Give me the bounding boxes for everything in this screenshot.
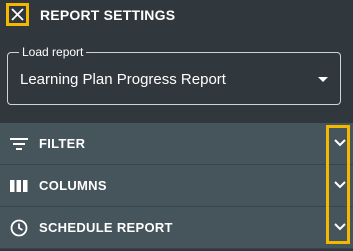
chevron-down-icon[interactable] <box>333 180 347 190</box>
chevron-down-icon[interactable] <box>333 138 347 148</box>
load-report-label: Load report <box>19 45 87 59</box>
section-filter-label: FILTER <box>39 136 86 151</box>
section-schedule-report-label: SCHEDULE REPORT <box>39 220 173 235</box>
section-columns-label: COLUMNS <box>39 178 107 193</box>
dropdown-caret-icon <box>318 77 328 82</box>
columns-icon <box>10 180 28 192</box>
filter-icon <box>10 138 28 150</box>
close-icon <box>11 8 24 21</box>
chevron-down-icon[interactable] <box>333 222 347 232</box>
panel-title: REPORT SETTINGS <box>40 7 176 23</box>
section-columns[interactable]: COLUMNS <box>0 165 353 207</box>
section-filter[interactable]: FILTER <box>0 123 353 165</box>
load-report-value: Learning Plan Progress Report <box>20 71 226 88</box>
section-schedule-report[interactable]: SCHEDULE REPORT <box>0 207 353 249</box>
panel-header: REPORT SETTINGS <box>0 0 353 33</box>
report-settings-panel: REPORT SETTINGS Load report Learning Pla… <box>0 0 353 251</box>
load-report-select[interactable]: Load report Learning Plan Progress Repor… <box>7 45 341 105</box>
settings-sections: FILTER COLUMNS SCHEDULE REPORT <box>0 123 353 249</box>
close-button[interactable] <box>6 3 29 26</box>
clock-icon <box>10 219 28 237</box>
